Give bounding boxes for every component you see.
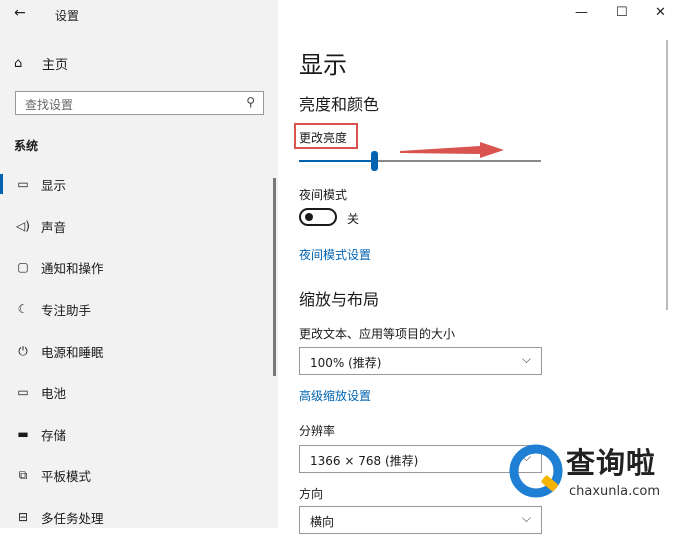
sidebar-item-notifications[interactable]: ▢ 通知和操作	[0, 253, 278, 281]
sidebar-item-storage[interactable]: ▬ 存储	[0, 420, 278, 448]
home-icon: ⌂	[14, 56, 23, 71]
sidebar: ← 设置 ⌂ 主页 查找设置 ⚲ 系统 ▭ 显示 ◁) 声音 ▢ 通知和操作 ☾…	[0, 0, 278, 528]
window-title: 设置	[55, 9, 80, 23]
sidebar-item-label: 显示	[41, 177, 67, 193]
sidebar-item-label: 通知和操作	[41, 260, 104, 276]
monitor-icon: ▭	[17, 177, 29, 191]
storage-icon: ▬	[17, 427, 29, 441]
scale-section-heading: 缩放与布局	[299, 290, 380, 309]
watermark-url: chaxunla.com	[569, 484, 660, 499]
watermark-logo: 查询啦 chaxunla.com	[506, 438, 682, 512]
brightness-slider-thumb[interactable]	[371, 151, 379, 171]
watermark-brand: 查询啦	[566, 446, 657, 480]
night-mode-label: 夜间模式	[299, 188, 348, 202]
sidebar-item-multitasking[interactable]: ⊟ 多任务处理	[0, 503, 278, 531]
sidebar-item-battery[interactable]: ▭ 电池	[0, 378, 278, 406]
chevron-down-icon: ⌵	[521, 511, 531, 525]
sidebar-item-focus-assist[interactable]: ☾ 专注助手	[0, 295, 278, 323]
advanced-scale-link[interactable]: 高级缩放设置	[299, 387, 371, 404]
section-title: 系统	[14, 139, 39, 153]
message-icon: ▢	[17, 260, 29, 274]
minimize-button[interactable]: —	[575, 5, 588, 20]
search-input[interactable]: 查找设置 ⚲	[15, 91, 264, 115]
maximize-button[interactable]: ☐	[616, 5, 628, 20]
sidebar-item-label: 电源和睡眠	[41, 344, 104, 360]
speaker-icon: ◁)	[16, 219, 30, 233]
toggle-knob	[305, 213, 313, 221]
sidebar-item-power-sleep[interactable]: ⏻ 电源和睡眠	[0, 337, 278, 365]
night-mode-state: 关	[347, 212, 360, 226]
red-arrow-annotation	[400, 142, 504, 158]
sidebar-item-sound[interactable]: ◁) 声音	[0, 212, 278, 240]
page-title: 显示	[299, 51, 347, 79]
sidebar-item-label: 平板模式	[41, 468, 92, 484]
battery-icon: ▭	[17, 385, 29, 399]
main-scrollbar[interactable]	[666, 40, 668, 310]
brightness-section-heading: 亮度和颜色	[299, 95, 380, 114]
sidebar-item-tablet-mode[interactable]: ⧉ 平板模式	[0, 461, 278, 489]
home-label: 主页	[42, 58, 69, 73]
arrow-left-icon[interactable]: ←	[14, 5, 26, 21]
chaxunla-logo-icon	[509, 444, 563, 498]
night-mode-toggle[interactable]	[299, 208, 337, 226]
scale-dropdown[interactable]: 100% (推荐) ⌵	[299, 347, 542, 375]
scale-value: 100% (推荐)	[310, 356, 382, 370]
sidebar-item-label: 电池	[41, 385, 67, 401]
multitask-icon: ⊟	[17, 510, 29, 524]
search-placeholder: 查找设置	[25, 98, 74, 112]
sidebar-item-label: 专注助手	[41, 302, 92, 318]
orientation-label: 方向	[299, 487, 324, 501]
brightness-label: 更改亮度	[299, 131, 348, 145]
chevron-down-icon: ⌵	[521, 352, 531, 366]
sidebar-item-label: 声音	[41, 219, 67, 235]
search-icon[interactable]: ⚲	[246, 95, 255, 109]
sidebar-item-label: 存储	[41, 427, 67, 443]
brightness-slider-fill	[299, 160, 375, 162]
sidebar-item-label: 多任务处理	[41, 510, 104, 526]
tablet-icon: ⧉	[18, 467, 28, 482]
scale-label: 更改文本、应用等项目的大小	[299, 327, 456, 341]
power-icon: ⏻	[18, 343, 28, 358]
close-button[interactable]: ✕	[655, 5, 666, 20]
night-mode-settings-link[interactable]: 夜间模式设置	[299, 246, 371, 263]
resolution-value: 1366 × 768 (推荐)	[310, 454, 419, 468]
moon-icon: ☾	[17, 302, 29, 316]
resolution-label: 分辨率	[299, 424, 336, 438]
sidebar-scrollbar[interactable]	[273, 178, 276, 376]
home-link[interactable]: ⌂ 主页	[14, 54, 68, 73]
sidebar-item-display[interactable]: ▭ 显示	[0, 170, 278, 198]
orientation-value: 横向	[310, 515, 335, 529]
